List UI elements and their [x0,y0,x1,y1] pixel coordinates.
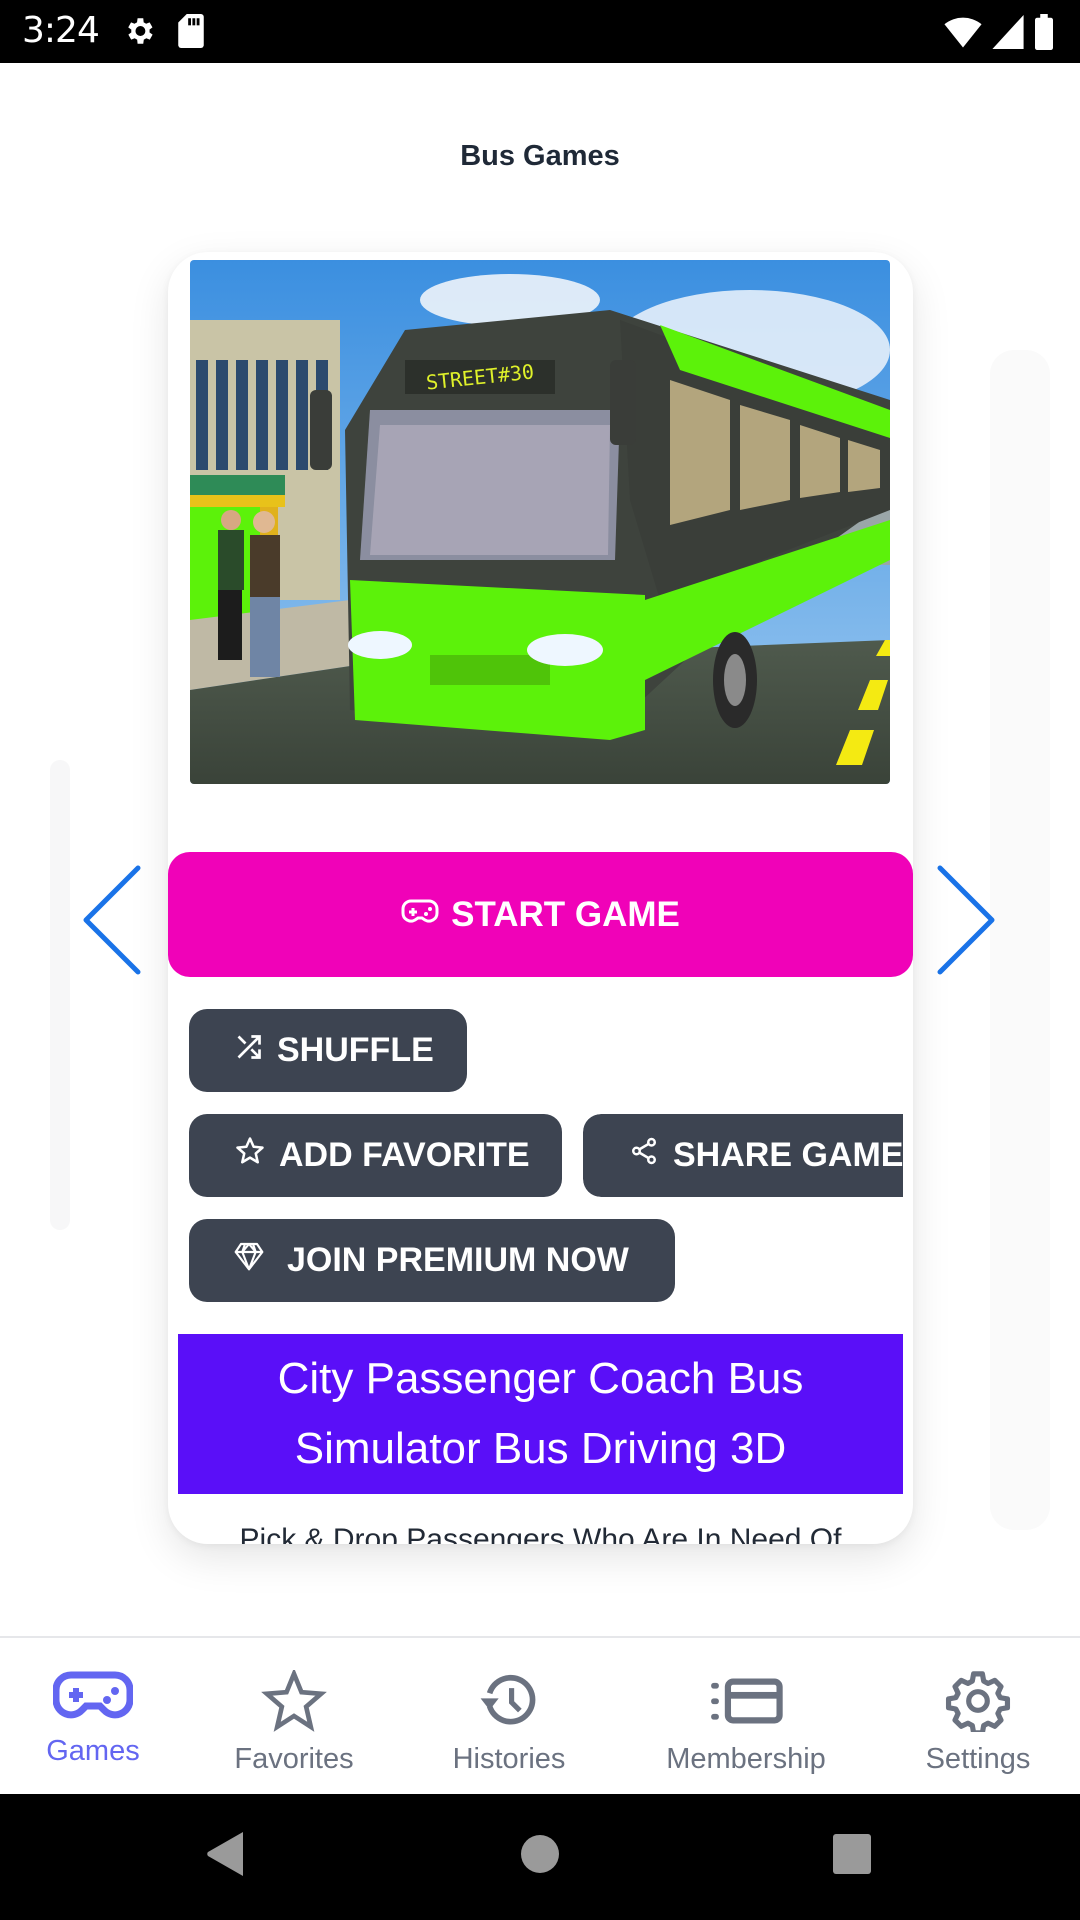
start-game-button[interactable]: START GAME [168,852,913,977]
start-game-label: START GAME [451,894,680,934]
nav-item-settings[interactable]: Settings [876,1638,1080,1794]
previous-card-peek[interactable] [50,760,70,1230]
system-nav-bar [0,1794,1080,1920]
nav-item-games[interactable]: Games [0,1638,186,1794]
star-icon [235,1136,265,1175]
status-bar: 3:24 [0,0,1080,63]
game-card: STREET#30 START GAME SHUFFLE ADD FAVORIT… [168,252,913,1544]
diamond-icon [233,1240,265,1281]
share-icon [629,1136,659,1175]
nav-label-favorites: Favorites [234,1743,354,1775]
shuffle-label: SHUFFLE [277,1031,434,1069]
battery-icon [1034,14,1054,55]
share-game-button[interactable]: SHARE GAME [583,1114,903,1197]
nav-label-membership: Membership [666,1743,826,1775]
carousel-prev-button[interactable] [78,860,148,980]
membership-card-icon [708,1670,784,1737]
bottom-nav: Games Favorites Histories Membership Set… [0,1636,1080,1794]
gamepad-icon [52,1670,134,1729]
sd-card-icon [178,14,204,53]
system-recents-button[interactable] [832,1830,872,1883]
share-game-label: SHARE GAME [673,1136,903,1174]
nav-label-histories: Histories [452,1743,566,1775]
game-carousel: STREET#30 START GAME SHUFFLE ADD FAVORIT… [0,230,1080,1570]
chevron-right-icon [930,865,1000,983]
wifi-icon [944,15,982,54]
nav-label-games: Games [46,1735,140,1767]
star-icon [261,1667,327,1737]
nav-item-membership[interactable]: Membership [616,1638,876,1794]
system-home-button[interactable] [520,1830,560,1883]
share-button-clip: SHARE GAME [583,1114,903,1197]
gear-icon [945,1670,1011,1737]
nav-item-histories[interactable]: Histories [402,1638,616,1794]
shuffle-button[interactable]: SHUFFLE [189,1009,467,1092]
join-premium-button[interactable]: JOIN PREMIUM NOW [189,1219,675,1302]
game-thumbnail[interactable]: STREET#30 [190,260,890,784]
game-title: City Passenger Coach Bus Simulator Bus D… [178,1334,903,1494]
history-icon [476,1670,542,1737]
status-time: 3:24 [22,10,100,51]
system-back-button[interactable] [205,1830,245,1883]
add-favorite-label: ADD FAVORITE [279,1136,530,1174]
page-title: Bus Games [460,140,620,172]
carousel-next-button[interactable] [930,860,1000,980]
join-premium-label: JOIN PREMIUM NOW [287,1241,629,1279]
gear-icon [122,14,156,53]
nav-label-settings: Settings [925,1743,1031,1775]
nav-item-favorites[interactable]: Favorites [186,1638,402,1794]
add-favorite-button[interactable]: ADD FAVORITE [189,1114,562,1197]
cellular-signal-icon [992,15,1024,54]
gamepad-icon [401,895,439,935]
game-description: Pick & Drop Passengers Who Are In Need O… [239,1523,842,1544]
chevron-left-icon [78,865,148,983]
shuffle-icon [235,1031,263,1070]
